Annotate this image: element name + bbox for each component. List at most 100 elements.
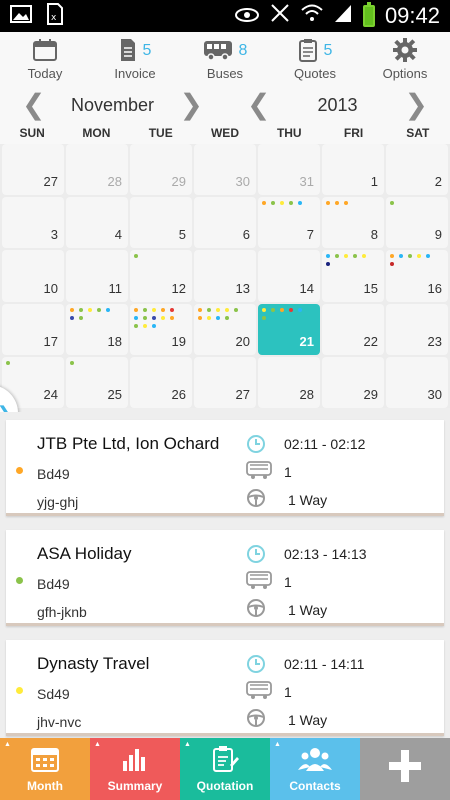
- day-number: 27: [43, 174, 58, 190]
- event-dot: [216, 307, 220, 312]
- month-selector: ❮ November ❯: [0, 91, 225, 119]
- day-number: 29: [363, 387, 378, 402]
- calendar-day[interactable]: 27: [194, 356, 256, 408]
- calendar-day[interactable]: 21: [258, 303, 320, 355]
- booking-card[interactable]: Dynasty Travel Sd49 jhv-nvc 02:11 - 14:11 1 1…: [6, 640, 444, 736]
- options-button[interactable]: Options: [360, 32, 450, 84]
- booking-card[interactable]: JTB Pte Ltd, Ion Ochard Bd49 yjg-ghj 02:11 …: [6, 420, 444, 516]
- calendar-day[interactable]: 22: [322, 303, 384, 355]
- event-dot: [143, 315, 147, 320]
- prev-month-chevron-icon[interactable]: ❮: [22, 91, 45, 119]
- calendar-day[interactable]: 14: [258, 250, 320, 302]
- event-dot: [289, 201, 293, 206]
- calendar-day[interactable]: 20: [194, 303, 256, 355]
- day-number: 20: [235, 333, 250, 349]
- bus-icon: [246, 460, 272, 480]
- nav-contacts-button[interactable]: ▲ Contacts: [270, 738, 360, 800]
- event-dot: [70, 360, 74, 365]
- calendar-day[interactable]: 4: [66, 197, 128, 249]
- image-icon: [10, 4, 32, 28]
- calendar-day[interactable]: 30: [194, 144, 256, 196]
- calendar-day[interactable]: 18: [66, 303, 128, 355]
- calendar-day[interactable]: 29: [322, 356, 384, 408]
- calendar-day[interactable]: 8: [322, 197, 384, 249]
- event-dot: [6, 360, 10, 365]
- calendar-day[interactable]: 25: [66, 356, 128, 408]
- event-dot: [207, 307, 211, 312]
- calendar-day[interactable]: 3: [2, 197, 64, 249]
- event-dot: [134, 315, 138, 320]
- calendar-day[interactable]: 23: [386, 303, 448, 355]
- gear-icon: [393, 37, 417, 65]
- calendar-day[interactable]: 28: [258, 356, 320, 408]
- calendar-day[interactable]: 27: [2, 144, 64, 196]
- calendar-day[interactable]: 31: [258, 144, 320, 196]
- day-number: 23: [427, 333, 442, 349]
- booking-reference: gfh-jknb: [37, 604, 87, 620]
- add-button[interactable]: [360, 738, 450, 800]
- calendar-day[interactable]: 11: [66, 250, 128, 302]
- day-number: 3: [50, 227, 58, 243]
- today-button[interactable]: Today: [0, 32, 90, 84]
- calendar-day[interactable]: 17: [2, 303, 64, 355]
- event-dot: [143, 307, 147, 312]
- calendar-day[interactable]: 19: [130, 303, 192, 355]
- day-number: 12: [171, 280, 186, 296]
- event-dot: [326, 254, 330, 259]
- calendar-day[interactable]: 10: [2, 250, 64, 302]
- booking-trip-type: 1 Way: [288, 492, 328, 508]
- nav-label: Month: [27, 779, 63, 793]
- event-dot: [152, 315, 156, 320]
- day-number: 7: [306, 227, 314, 243]
- buses-button[interactable]: 8 Buses: [180, 32, 270, 84]
- buses-count: 8: [238, 42, 248, 59]
- booking-code: Bd49: [37, 576, 70, 592]
- invoice-button[interactable]: 5 Invoice: [90, 32, 180, 84]
- month-label: November: [70, 94, 155, 115]
- signal-icon: [333, 3, 353, 29]
- day-number: 4: [114, 227, 122, 243]
- prev-year-chevron-icon[interactable]: ❮: [247, 91, 270, 119]
- next-year-chevron-icon[interactable]: ❯: [405, 91, 428, 119]
- event-dot: [271, 201, 275, 206]
- expand-triangle-icon: ▲: [94, 741, 101, 748]
- calendar-day[interactable]: 16: [386, 250, 448, 302]
- calendar-day[interactable]: 7: [258, 197, 320, 249]
- calendar-day[interactable]: 9: [386, 197, 448, 249]
- calendar-day[interactable]: 2: [386, 144, 448, 196]
- day-number: 22: [363, 333, 378, 349]
- nav-month-button[interactable]: ▲ Month: [0, 738, 90, 800]
- booking-card[interactable]: ASA Holiday Bd49 gfh-jknb 02:13 - 14:13 1 1 W…: [6, 530, 444, 626]
- day-number: 27: [235, 387, 250, 402]
- event-dots: [390, 201, 434, 206]
- period-navigation: ❮ November ❯ ❮ 2013 ❯: [0, 84, 450, 126]
- steering-wheel-icon: [246, 488, 266, 508]
- nav-quotation-button[interactable]: ▲ Quotation: [180, 738, 270, 800]
- calendar-day[interactable]: 29: [130, 144, 192, 196]
- calendar-day[interactable]: 1: [322, 144, 384, 196]
- event-dots: [134, 254, 178, 259]
- nav-summary-button[interactable]: ▲ Summary: [90, 738, 180, 800]
- invoice-count: 5: [142, 42, 152, 59]
- calendar-day[interactable]: 5: [130, 197, 192, 249]
- top-toolbar: Today 5 Invoice 8 Buses 5 Quotes Options: [0, 32, 450, 84]
- event-dots: [134, 307, 178, 328]
- booking-color-dot: [16, 687, 23, 694]
- document-icon: x: [46, 2, 64, 30]
- calendar-day[interactable]: 28: [66, 144, 128, 196]
- calendar-day[interactable]: 6: [194, 197, 256, 249]
- next-month-chevron-icon[interactable]: ❯: [180, 91, 203, 119]
- calendar-day[interactable]: 13: [194, 250, 256, 302]
- calendar-day[interactable]: 30: [386, 356, 448, 408]
- booking-reference: yjg-ghj: [37, 494, 79, 510]
- eye-icon: [234, 3, 259, 29]
- nav-label: Summary: [107, 779, 163, 793]
- event-dot: [335, 201, 339, 206]
- calendar-day[interactable]: 26: [130, 356, 192, 408]
- weekday-label: THU: [276, 126, 302, 140]
- quotes-button[interactable]: 5 Quotes: [270, 32, 360, 84]
- event-dot: [271, 307, 275, 312]
- calendar-day[interactable]: 12: [130, 250, 192, 302]
- calendar-day[interactable]: 15: [322, 250, 384, 302]
- event-dot: [152, 307, 156, 312]
